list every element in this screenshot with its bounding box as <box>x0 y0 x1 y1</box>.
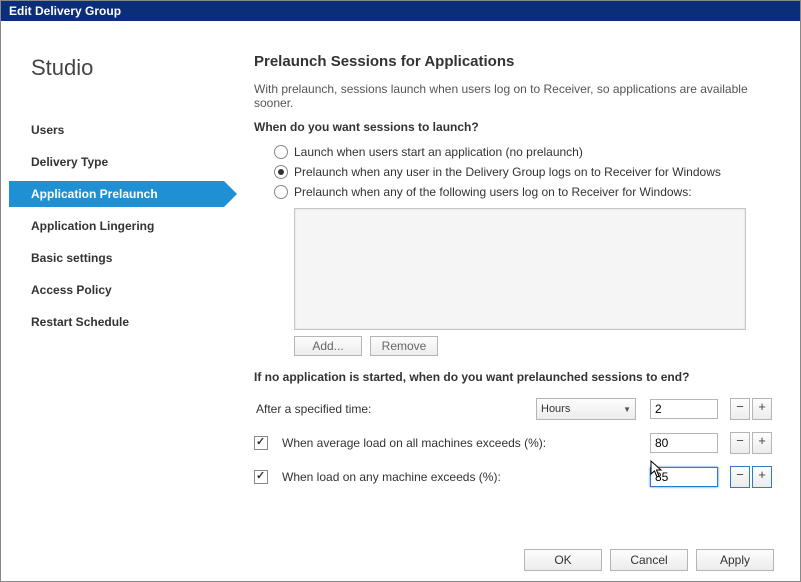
radio-icon <box>274 145 288 159</box>
any-decrement-button[interactable]: − <box>730 466 750 488</box>
radio-option-no-prelaunch[interactable]: Launch when users start an application (… <box>254 142 772 162</box>
page-title: Prelaunch Sessions for Applications <box>254 53 772 70</box>
end-question: If no application is started, when do yo… <box>254 370 772 384</box>
user-list-box[interactable] <box>294 208 746 330</box>
intro-text: With prelaunch, sessions launch when use… <box>254 82 772 110</box>
sidebar-item-delivery-type[interactable]: Delivery Type <box>9 149 224 175</box>
radio-label: Prelaunch when any user in the Delivery … <box>294 165 721 179</box>
main-panel: Prelaunch Sessions for Applications With… <box>224 37 792 571</box>
sidebar-item-users[interactable]: Users <box>9 117 224 143</box>
sidebar-item-restart-schedule[interactable]: Restart Schedule <box>9 309 224 335</box>
cancel-button[interactable]: Cancel <box>610 549 688 571</box>
chevron-down-icon: ▼ <box>623 405 631 414</box>
radio-icon <box>274 185 288 199</box>
time-increment-button[interactable]: + <box>752 398 772 420</box>
radio-option-any-user[interactable]: Prelaunch when any user in the Delivery … <box>254 162 772 182</box>
window-titlebar: Edit Delivery Group <box>1 1 800 21</box>
avg-load-checkbox[interactable] <box>254 436 268 450</box>
avg-increment-button[interactable]: + <box>752 432 772 454</box>
avg-load-label: When average load on all machines exceed… <box>274 436 644 450</box>
time-unit-select[interactable]: Hours ▼ <box>536 398 636 420</box>
any-load-label: When load on any machine exceeds (%): <box>274 470 644 484</box>
sidebar-item-basic-settings[interactable]: Basic settings <box>9 245 224 271</box>
row-any-load: When load on any machine exceeds (%): − … <box>254 460 772 494</box>
avg-load-input[interactable] <box>650 433 718 453</box>
sidebar-item-application-lingering[interactable]: Application Lingering <box>9 213 224 239</box>
avg-decrement-button[interactable]: − <box>730 432 750 454</box>
ok-button[interactable]: OK <box>524 549 602 571</box>
row-specified-time: After a specified time: Hours ▼ − + <box>254 392 772 426</box>
time-decrement-button[interactable]: − <box>730 398 750 420</box>
time-value-input[interactable] <box>650 399 718 419</box>
radio-label: Prelaunch when any of the following user… <box>294 185 692 199</box>
any-load-checkbox[interactable] <box>254 470 268 484</box>
sidebar-title: Studio <box>9 37 224 117</box>
radio-label: Launch when users start an application (… <box>294 145 583 159</box>
any-increment-button[interactable]: + <box>752 466 772 488</box>
any-load-input[interactable] <box>650 467 718 487</box>
apply-button[interactable]: Apply <box>696 549 774 571</box>
launch-question: When do you want sessions to launch? <box>254 120 772 134</box>
remove-button[interactable]: Remove <box>370 336 438 356</box>
time-unit-value: Hours <box>541 403 570 415</box>
radio-icon <box>274 165 288 179</box>
sidebar-item-access-policy[interactable]: Access Policy <box>9 277 224 303</box>
radio-option-following-users[interactable]: Prelaunch when any of the following user… <box>254 182 772 202</box>
sidebar: Studio Users Delivery Type Application P… <box>9 37 224 571</box>
sidebar-item-application-prelaunch[interactable]: Application Prelaunch <box>9 181 224 207</box>
time-label: After a specified time: <box>254 402 530 416</box>
row-avg-load: When average load on all machines exceed… <box>254 426 772 460</box>
add-button[interactable]: Add... <box>294 336 362 356</box>
